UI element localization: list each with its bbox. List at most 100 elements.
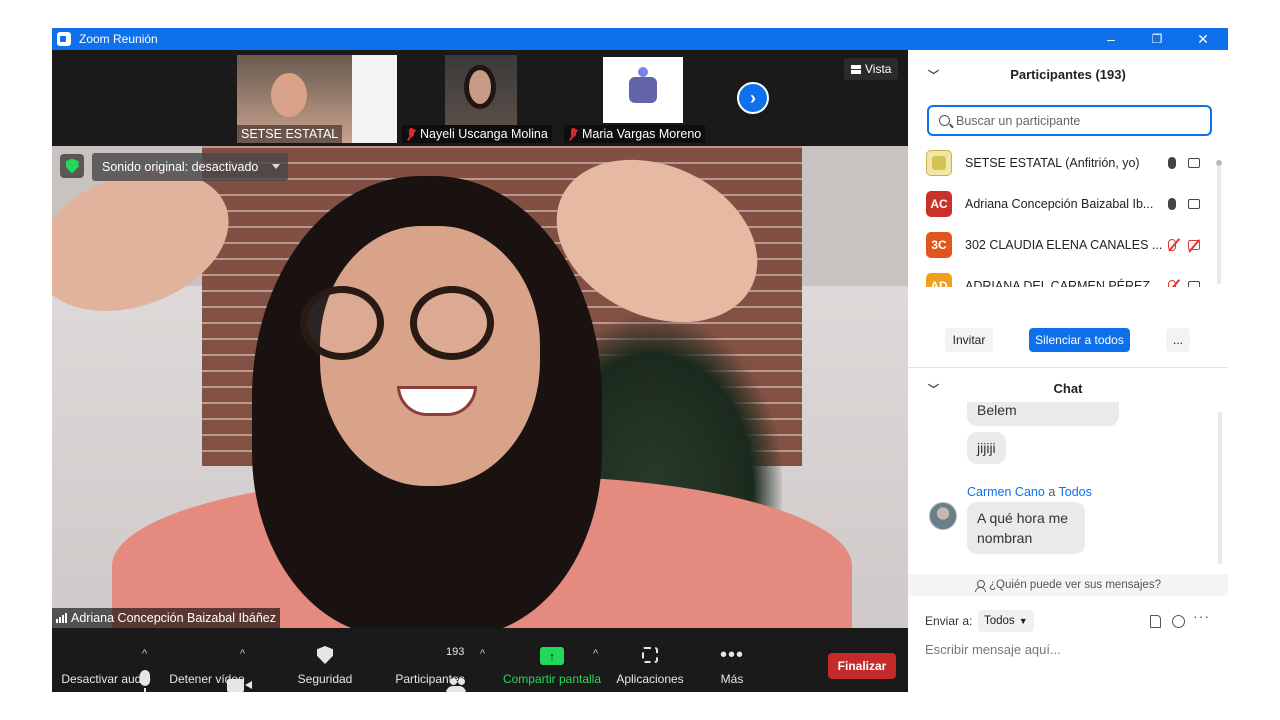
participant-row[interactable]: AD ADRIANA DEL CARMEN PÉREZ ...: [908, 265, 1218, 287]
more-button[interactable]: ••• Más: [712, 628, 752, 692]
shield-check-icon: [65, 158, 79, 174]
thumbnail-name: Nayeli Uscanga Molina: [420, 127, 548, 141]
end-meeting-button[interactable]: Finalizar: [828, 653, 896, 679]
video-camera-icon[interactable]: [1188, 157, 1200, 168]
participants-icon: [445, 678, 467, 692]
mute-all-button[interactable]: Silenciar a todos: [1029, 328, 1130, 352]
more-options-icon[interactable]: ···: [1193, 608, 1210, 624]
participant-row[interactable]: 3C 302 CLAUDIA ELENA CANALES ...: [908, 224, 1218, 265]
participant-search-input[interactable]: Buscar un participante: [927, 105, 1212, 136]
view-button[interactable]: Vista: [844, 58, 899, 80]
microphone-icon[interactable]: [1168, 156, 1176, 169]
participant-search-placeholder: Buscar un participante: [956, 113, 1081, 128]
thumbnail-strip: SETSE ESTATAL Nayeli Uscanga Molina Mari…: [52, 50, 908, 146]
message-visibility-link[interactable]: ¿Quién puede ver sus mensajes?: [908, 574, 1228, 596]
mic-muted-icon: [406, 127, 416, 141]
participants-options-caret[interactable]: ^: [480, 648, 485, 660]
participant-name: Adriana Concepción Baizabal Ib...: [965, 196, 1154, 211]
microphone-icon[interactable]: [1168, 197, 1176, 210]
video-off-icon[interactable]: [1188, 239, 1200, 250]
video-camera-icon[interactable]: [1188, 280, 1200, 287]
chat-recipient[interactable]: Todos: [1059, 485, 1092, 499]
participant-row[interactable]: AC Adriana Concepción Baizabal Ib...: [908, 183, 1218, 224]
share-options-caret[interactable]: ^: [593, 648, 598, 660]
grid-view-icon: [851, 64, 861, 74]
search-icon: [939, 115, 950, 126]
host-avatar: [926, 149, 952, 176]
thumbnail-screen: [352, 55, 397, 143]
next-page-button[interactable]: ›: [737, 82, 769, 114]
speaker-name-label: Adriana Concepción Baizabal Ibáñez: [52, 608, 280, 628]
thumbnail-name: SETSE ESTATAL: [241, 127, 339, 141]
participants-button[interactable]: 193 Participantes: [392, 628, 468, 692]
file-icon[interactable]: [1150, 615, 1161, 628]
chevron-down-icon: ▼: [1018, 616, 1028, 626]
close-button[interactable]: ✕: [1180, 28, 1226, 50]
more-label: Más: [720, 672, 744, 686]
send-to-select[interactable]: Todos ▼: [978, 610, 1034, 632]
signal-strength-icon: [56, 613, 67, 623]
encryption-indicator[interactable]: [60, 154, 84, 178]
security-label: Seguridad: [297, 672, 353, 686]
mute-audio-button[interactable]: Desactivar audio: [61, 628, 151, 692]
thumbnail-name: Maria Vargas Moreno: [582, 127, 702, 141]
chevron-down-icon: [272, 164, 281, 169]
more-dots-icon: •••: [720, 644, 745, 666]
person-lock-icon: [975, 579, 987, 592]
participant-name: ADRIANA DEL CARMEN PÉREZ ...: [965, 278, 1164, 288]
chat-message-input[interactable]: Escribir mensaje aquí...: [925, 642, 1061, 657]
shield-icon: [317, 646, 333, 664]
apps-icon: [642, 647, 658, 663]
chevron-right-icon: ›: [750, 87, 756, 108]
original-sound-toggle[interactable]: Sonido original: desactivado: [92, 153, 289, 181]
thumbnail-nayeli[interactable]: Nayeli Uscanga Molina: [402, 55, 562, 143]
sender-avatar: [929, 502, 957, 530]
apps-button[interactable]: Aplicaciones: [614, 628, 686, 692]
shield-emblem-icon: [932, 155, 946, 170]
thumbnail-maria[interactable]: Maria Vargas Moreno: [564, 55, 724, 143]
window-title: Zoom Reunión: [79, 32, 158, 46]
thumbnail-label: Maria Vargas Moreno: [564, 125, 706, 143]
microphone-muted-icon[interactable]: [1168, 238, 1176, 251]
collapse-chevron-icon[interactable]: ﹀: [928, 67, 939, 83]
collapse-chevron-icon[interactable]: ﹀: [928, 381, 939, 397]
chat-sender[interactable]: Carmen Cano: [967, 485, 1045, 499]
share-screen-button[interactable]: ↑ Compartir pantalla: [500, 628, 604, 692]
participant-name: SETSE ESTATAL (Anfitrión, yo): [965, 155, 1140, 170]
microphone-muted-icon[interactable]: [1168, 279, 1176, 287]
participants-header: ﹀ Participantes (193): [908, 56, 1228, 92]
send-to-label: Enviar a:: [925, 614, 973, 628]
invite-button[interactable]: Invitar: [945, 328, 993, 352]
stop-video-button[interactable]: Detener vídeo: [167, 628, 252, 692]
message-visibility-label: ¿Quién puede ver sus mensajes?: [989, 579, 1161, 591]
participants-more-button[interactable]: ...: [1166, 328, 1190, 352]
speaker-name: Adriana Concepción Baizabal Ibáñez: [71, 611, 276, 625]
chat-connector: a: [1048, 485, 1056, 499]
video-glasses-right: [410, 286, 494, 360]
minimize-button[interactable]: –: [1088, 28, 1134, 50]
side-panel: ﹀ Participantes (193) Buscar un particip…: [908, 50, 1228, 692]
participant-row[interactable]: SETSE ESTATAL (Anfitrión, yo): [908, 142, 1218, 183]
chat-scrollbar[interactable]: [1218, 412, 1222, 564]
video-camera-icon: [226, 679, 252, 692]
zoom-window: Zoom Reunión – ❐ ✕ SETSE ESTATAL Nayeli …: [52, 28, 1228, 692]
participant-list-scrollbar[interactable]: [1216, 160, 1222, 284]
thumbnail-face: [271, 73, 307, 117]
audio-options-caret[interactable]: ^: [142, 648, 147, 660]
thumbnail-label: SETSE ESTATAL: [237, 125, 343, 143]
participants-title: Participantes (193): [1010, 66, 1126, 82]
title-bar: Zoom Reunión – ❐ ✕: [52, 28, 1228, 50]
meeting-toolbar: Desactivar audio ^ Detener vídeo ^ Segur…: [52, 628, 908, 692]
mic-muted-icon: [568, 127, 578, 141]
restore-button[interactable]: ❐: [1134, 28, 1180, 50]
participants-count: 193: [446, 646, 465, 658]
thumbnail-setse[interactable]: SETSE ESTATAL: [237, 55, 397, 143]
emoji-icon[interactable]: [1172, 615, 1185, 628]
send-to-value: Todos: [984, 615, 1015, 627]
chat-message-meta: Carmen Cano a Todos: [967, 485, 1092, 499]
original-sound-label: Sonido original: desactivado: [102, 160, 259, 174]
zoom-app-icon: [57, 32, 71, 46]
video-camera-icon[interactable]: [1188, 198, 1200, 209]
video-options-caret[interactable]: ^: [240, 648, 245, 660]
security-button[interactable]: Seguridad: [292, 628, 358, 692]
